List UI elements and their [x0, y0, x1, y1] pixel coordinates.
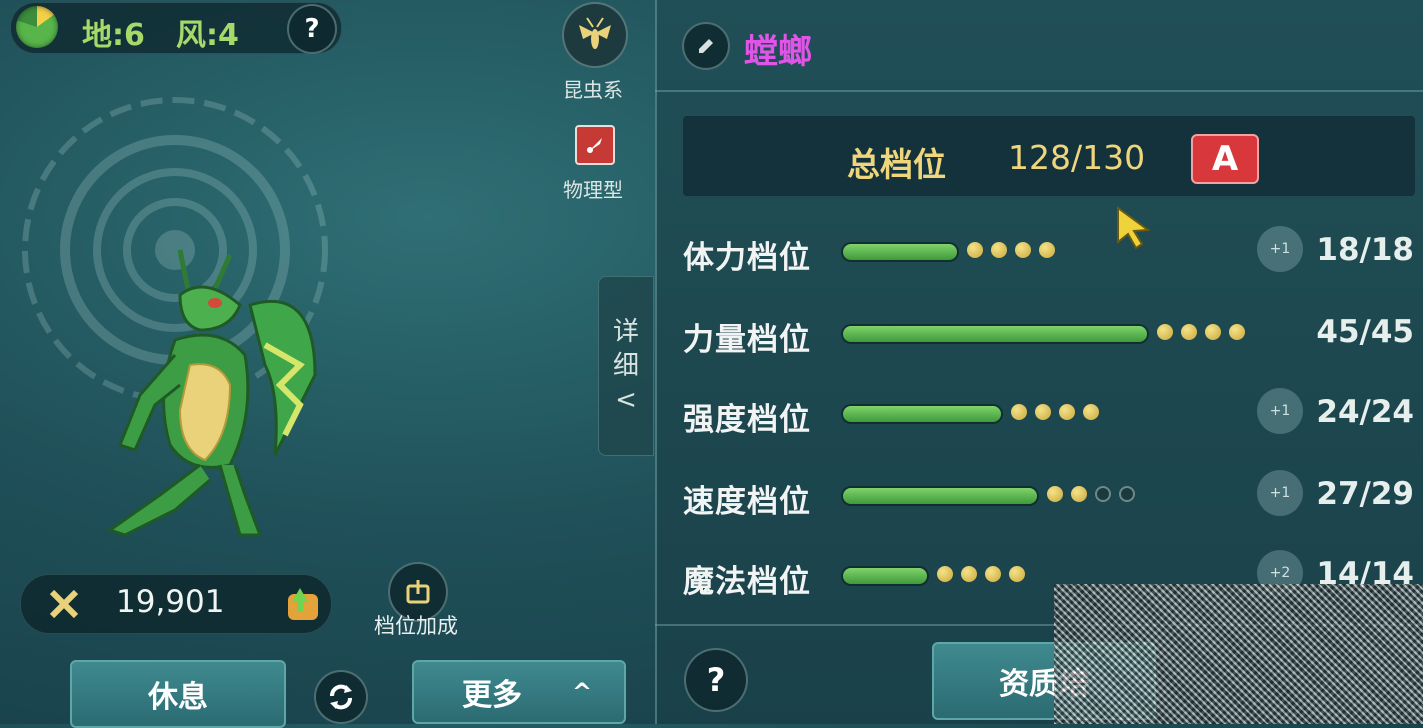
filled-dot-icon: [967, 242, 983, 258]
stat-value: 27/29: [1316, 476, 1414, 512]
stat-dots: [1047, 486, 1135, 502]
filled-dot-icon: [1047, 486, 1063, 502]
race-label: 昆虫系: [563, 78, 623, 102]
combat-power-value: 19,901: [116, 584, 225, 620]
filled-dot-icon: [1015, 242, 1031, 258]
title-divider: [655, 90, 1423, 92]
filled-dot-icon: [961, 566, 977, 582]
filled-dot-icon: [937, 566, 953, 582]
filled-dot-icon: [1229, 324, 1245, 340]
filled-dot-icon: [1071, 486, 1087, 502]
pet-name: 螳螂: [744, 32, 812, 72]
stat-dots: [1157, 324, 1245, 340]
pet-creature-image[interactable]: [80, 245, 340, 545]
more-button[interactable]: 更多 ^: [412, 660, 626, 724]
grade-badge: A: [1191, 134, 1259, 184]
stat-bar-fill: [843, 568, 927, 584]
stat-bar-fill: [843, 488, 1037, 504]
stat-label: 速度档位: [683, 484, 811, 520]
filled-dot-icon: [1009, 566, 1025, 582]
upgrade-power-icon[interactable]: [280, 580, 326, 626]
stat-label: 强度档位: [683, 402, 811, 438]
stat-bar-fill: [843, 326, 1147, 342]
refresh-icon[interactable]: [314, 670, 368, 724]
filled-dot-icon: [985, 566, 1001, 582]
total-grade-value: 128/130: [1008, 138, 1146, 177]
stat-dots: [937, 566, 1025, 582]
stat-dots: [967, 242, 1055, 258]
stat-value: 18/18: [1316, 232, 1414, 268]
stat-dots: [1011, 404, 1099, 420]
filled-dot-icon: [1035, 404, 1051, 420]
filled-dot-icon: [1083, 404, 1099, 420]
filled-dot-icon: [1157, 324, 1173, 340]
empty-dot-icon: [1095, 486, 1111, 502]
stat-value: 45/45: [1316, 314, 1414, 350]
element-orb-icon: [16, 6, 58, 48]
bonus-label: 档位加成: [374, 614, 458, 638]
stat-bar-fill: [843, 244, 957, 260]
detail-side-tab[interactable]: 详 细 <: [598, 276, 654, 456]
filled-dot-icon: [1059, 404, 1075, 420]
help-button[interactable]: ?: [684, 648, 748, 712]
filled-dot-icon: [1205, 324, 1221, 340]
attack-type-label: 物理型: [563, 178, 623, 202]
stat-label: 魔法档位: [683, 564, 811, 600]
chevron-left-icon: <: [615, 385, 637, 415]
stat-value: 24/24: [1316, 394, 1414, 430]
physical-type-icon[interactable]: [575, 125, 615, 165]
crossed-swords-icon: [44, 584, 84, 624]
edit-name-icon[interactable]: [682, 22, 730, 70]
chevron-up-icon: ^: [572, 678, 593, 706]
earth-element-label: 地:6: [82, 18, 145, 53]
filled-dot-icon: [991, 242, 1007, 258]
rest-button[interactable]: 休息: [70, 660, 286, 728]
stat-bar-fill: [843, 406, 1001, 422]
wind-element-label: 风:4: [176, 18, 239, 53]
more-button-label: 更多: [462, 678, 522, 713]
insect-type-icon[interactable]: [562, 2, 628, 68]
filled-dot-icon: [1011, 404, 1027, 420]
total-grade-label: 总档位: [847, 145, 946, 184]
mouse-cursor-icon: [1116, 206, 1152, 254]
detail-tab-label-2: 细: [612, 351, 639, 381]
stat-label: 体力档位: [683, 240, 811, 276]
detail-tab-label-1: 详: [612, 317, 639, 347]
filled-dot-icon: [1039, 242, 1055, 258]
watermark-noise: [1054, 584, 1423, 724]
empty-dot-icon: [1119, 486, 1135, 502]
filled-dot-icon: [1181, 324, 1197, 340]
element-help-button[interactable]: ?: [287, 4, 337, 54]
stat-label: 力量档位: [683, 322, 811, 358]
